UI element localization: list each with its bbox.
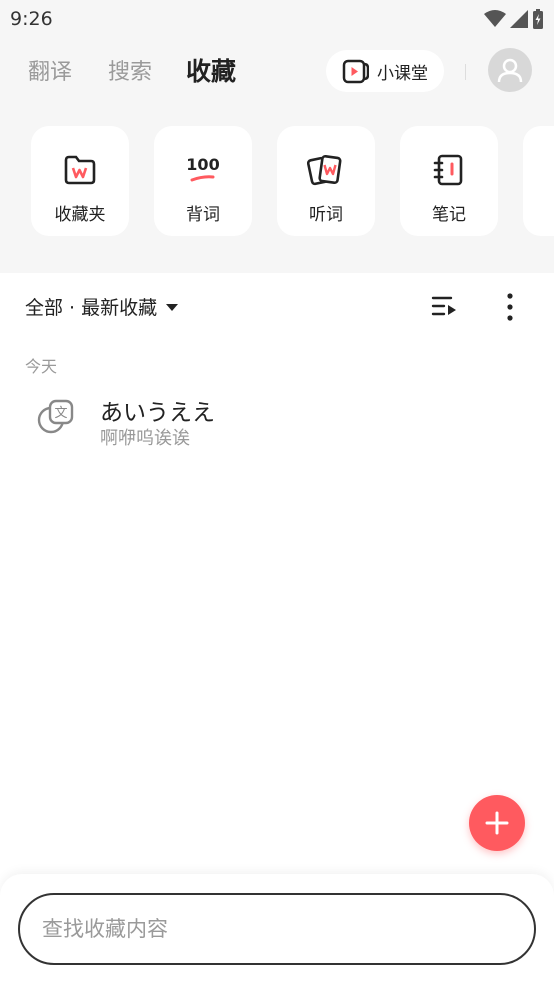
bottom-search-panel bbox=[0, 874, 554, 984]
shortcut-listen[interactable]: 听词 bbox=[277, 126, 375, 236]
header-divider bbox=[465, 64, 466, 80]
memorize-100-icon: 100 bbox=[186, 155, 220, 182]
tab-search[interactable]: 搜索 bbox=[108, 54, 152, 86]
search-input[interactable] bbox=[42, 895, 512, 962]
wifi-icon bbox=[484, 10, 506, 27]
favorites-folder-icon bbox=[64, 155, 96, 185]
shortcut-notes[interactable]: 笔记 bbox=[400, 126, 498, 236]
shortcut-label: 背词 bbox=[186, 205, 220, 225]
search-box bbox=[18, 893, 536, 965]
listen-cards-icon bbox=[307, 154, 342, 186]
top-nav: 翻译 搜索 收藏 小课堂 bbox=[0, 44, 554, 100]
item-reading: 啊咿呜诶诶 bbox=[100, 428, 190, 449]
caret-down-icon bbox=[166, 303, 179, 311]
item-word: あいうええ bbox=[100, 400, 215, 426]
video-play-icon bbox=[342, 59, 369, 83]
plus-icon bbox=[485, 811, 509, 835]
list-item[interactable]: 文 あいうええ 啊咿呜诶诶 bbox=[0, 391, 554, 451]
shortcut-label: 笔记 bbox=[432, 205, 466, 225]
shortcut-label: 收藏夹 bbox=[54, 205, 106, 225]
battery-charging-icon bbox=[533, 9, 543, 29]
status-time: 9:26 bbox=[10, 8, 53, 30]
user-icon bbox=[497, 58, 523, 83]
tab-translate[interactable]: 翻译 bbox=[28, 54, 72, 86]
section-title-today: 今天 bbox=[25, 357, 58, 376]
translate-entry-icon: 文 bbox=[37, 399, 74, 434]
tab-favorites[interactable]: 收藏 bbox=[186, 52, 236, 88]
status-bar: 9:26 bbox=[0, 0, 554, 38]
shortcut-row: 收藏夹 100 背词 听词 笔记 bbox=[0, 126, 554, 238]
cellular-signal-icon bbox=[510, 10, 528, 28]
shortcut-memorize[interactable]: 100 背词 bbox=[154, 126, 252, 236]
shortcut-more[interactable] bbox=[523, 126, 554, 236]
playlist-play-icon[interactable] bbox=[430, 293, 458, 321]
avatar[interactable] bbox=[488, 48, 532, 92]
more-vertical-icon[interactable] bbox=[500, 293, 520, 321]
svg-text:文: 文 bbox=[54, 406, 67, 421]
shortcut-favorites-folder[interactable]: 收藏夹 bbox=[31, 126, 129, 236]
add-button[interactable] bbox=[469, 795, 525, 851]
classroom-label: 小课堂 bbox=[377, 63, 428, 84]
svg-text:100: 100 bbox=[186, 155, 219, 174]
filter-dropdown[interactable]: 全部 · 最新收藏 bbox=[25, 293, 179, 320]
classroom-button[interactable]: 小课堂 bbox=[326, 50, 444, 92]
shortcut-label: 听词 bbox=[309, 205, 343, 225]
notebook-icon bbox=[433, 154, 463, 186]
filter-label: 全部 · 最新收藏 bbox=[25, 297, 158, 319]
status-icons bbox=[484, 9, 544, 29]
